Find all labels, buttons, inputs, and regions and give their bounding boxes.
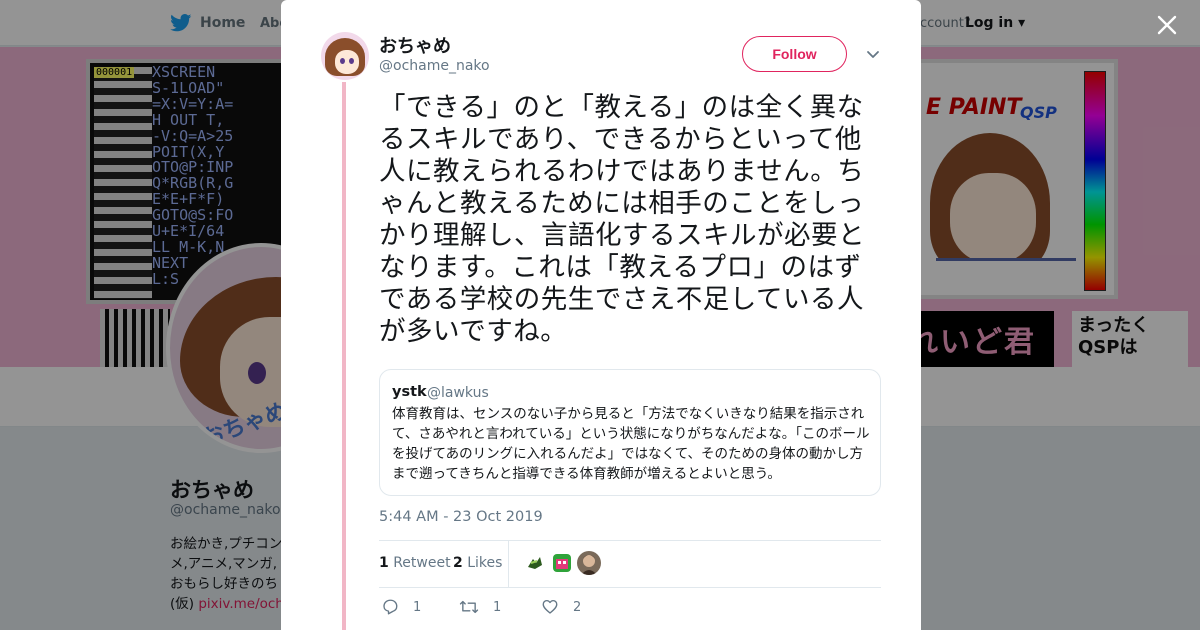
reply-action[interactable]: 1 bbox=[381, 598, 421, 616]
retweets-count: 1 bbox=[379, 555, 389, 571]
reply-count: 1 bbox=[413, 599, 422, 615]
author-avatar-face bbox=[335, 50, 359, 74]
tweet-actions: 1 1 2 bbox=[379, 598, 881, 622]
liker-avatar[interactable] bbox=[577, 551, 601, 575]
quoted-author-name: ystk bbox=[392, 384, 427, 400]
tweet-timestamp[interactable]: 5:44 AM - 23 Oct 2019 bbox=[379, 509, 543, 525]
tweet-text: 「できる」のと「教える」のは全く異なるスキルであり、できるからといって他人に教え… bbox=[379, 92, 865, 347]
tweet-author-name[interactable]: おちゃめ bbox=[379, 32, 451, 58]
like-action[interactable]: 2 bbox=[541, 598, 581, 616]
likes-label: Likes bbox=[467, 555, 503, 571]
tweet-author-avatar[interactable] bbox=[321, 32, 369, 80]
follow-button[interactable]: Follow bbox=[742, 36, 847, 72]
retweets-label: Retweet bbox=[393, 555, 451, 571]
likes-count: 2 bbox=[453, 555, 463, 571]
likes-stat[interactable]: 2 Likes bbox=[453, 555, 502, 571]
reply-icon bbox=[383, 599, 398, 615]
quoted-author-handle: @lawkus bbox=[427, 385, 489, 401]
thread-line bbox=[342, 82, 346, 630]
quoted-tweet-text: 体育教育は、センスのない子から見ると「方法でなくいきなり結果を指示されて、さあや… bbox=[392, 406, 870, 482]
retweet-icon bbox=[459, 600, 479, 614]
liker-avatar[interactable] bbox=[523, 551, 547, 575]
close-icon[interactable] bbox=[1152, 10, 1182, 40]
tweet-stats: 1 Retweet 2 Likes bbox=[379, 540, 881, 588]
like-action-count: 2 bbox=[573, 599, 582, 615]
liker-avatar[interactable] bbox=[550, 551, 574, 575]
heart-icon bbox=[542, 599, 558, 614]
tweet-author-handle[interactable]: @ochame_nako bbox=[379, 58, 490, 74]
chevron-down-icon[interactable] bbox=[863, 44, 883, 64]
retweet-action-count: 1 bbox=[493, 599, 502, 615]
stats-divider bbox=[508, 541, 509, 587]
retweet-action[interactable]: 1 bbox=[459, 598, 501, 616]
retweets-stat[interactable]: 1 Retweet bbox=[379, 555, 451, 571]
quoted-tweet[interactable]: ystk @lawkus 体育教育は、センスのない子から見ると「方法でなくいきな… bbox=[379, 369, 881, 496]
author-avatar-eye bbox=[349, 58, 354, 64]
tweet-modal: おちゃめ @ochame_nako Follow 「できる」のと「教える」のは全… bbox=[281, 0, 921, 630]
author-avatar-eye bbox=[340, 58, 345, 64]
